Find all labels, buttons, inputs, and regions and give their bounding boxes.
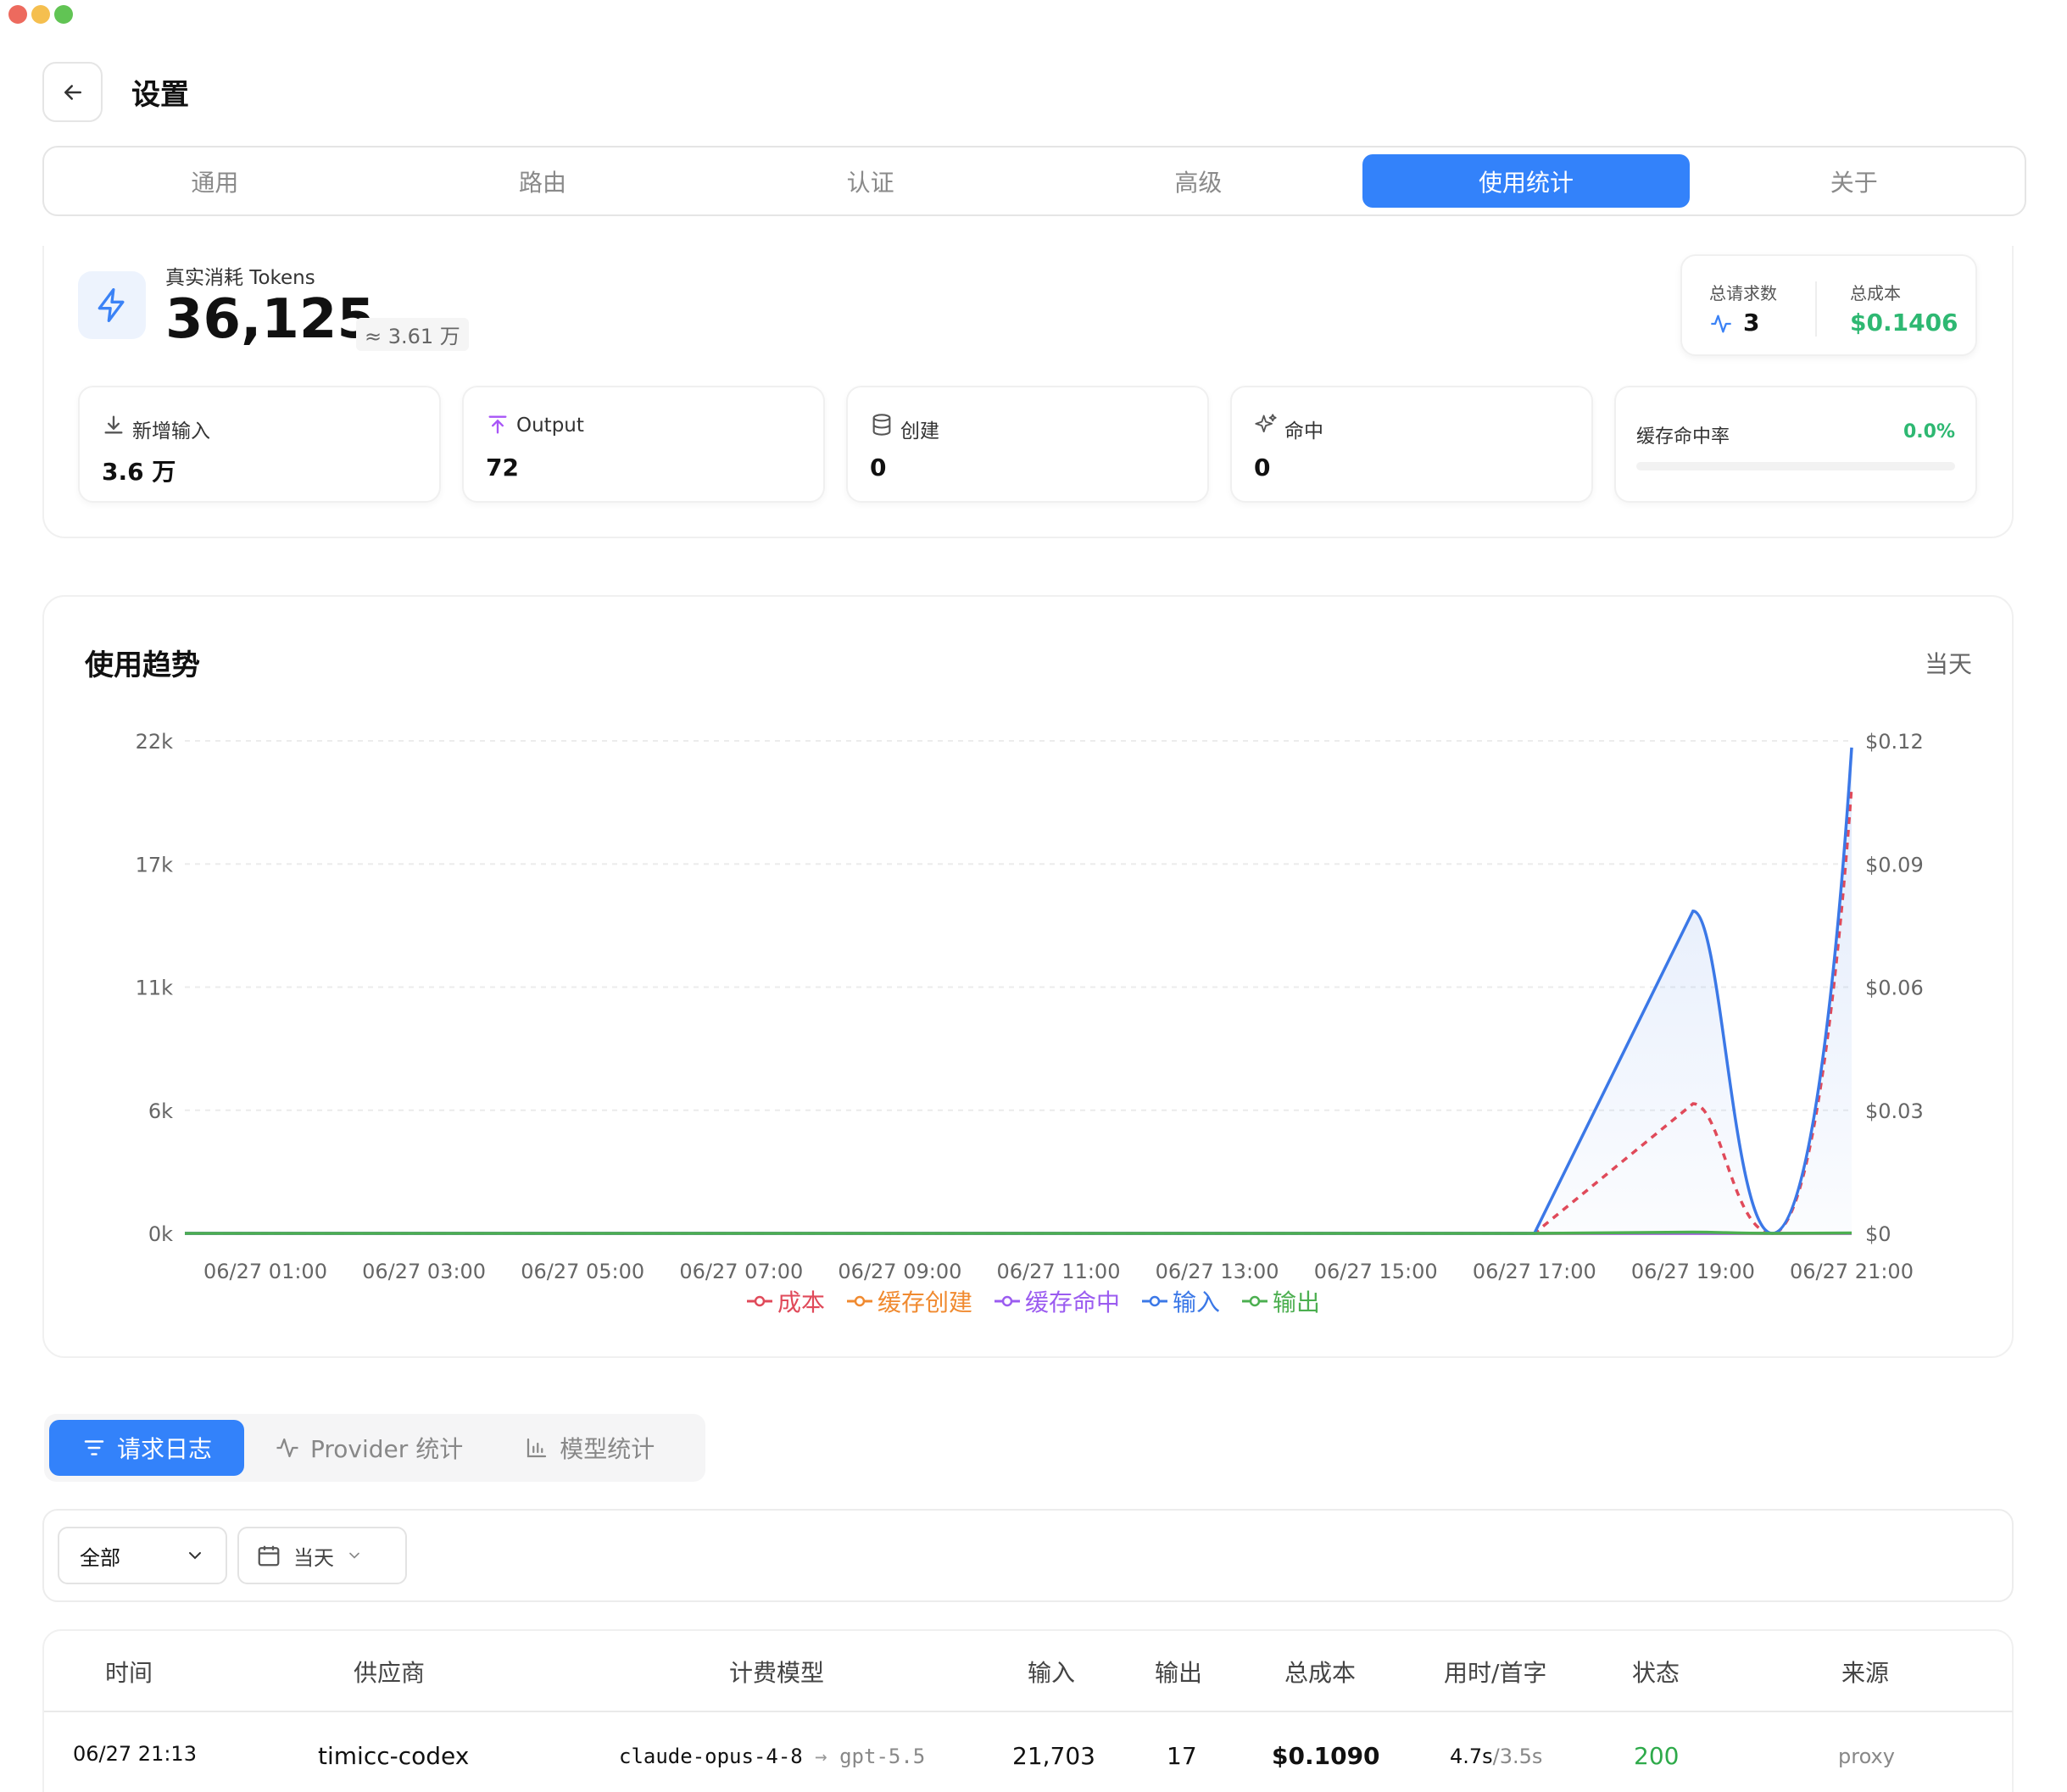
x-tick-label: 06/27 01:00 [203,1260,327,1283]
legend-label: 缓存命中 [1024,1288,1120,1316]
arrow-right-icon: → [815,1745,827,1768]
settings-window: 设置 通用 路由 认证 高级 使用统计 关于 真实消耗 Tokens 36,12… [0,0,2067,1792]
calendar-icon [258,1545,280,1567]
y-right-tick-label: $0 [1865,1222,1892,1246]
y-left-tick-label: 17k [136,853,174,877]
cell-model: claude-opus-4-8 → gpt-5.5 [619,1745,925,1768]
legend-item[interactable]: 成本 [746,1284,825,1318]
model-to: gpt-5.5 [839,1745,926,1768]
x-tick-label: 06/27 07:00 [679,1260,803,1283]
x-tick-label: 06/27 13:00 [1156,1260,1279,1283]
legend-marker-icon [994,1295,1020,1307]
header-cost: 总成本 [1284,1659,1357,1687]
legend-label: 成本 [777,1288,825,1316]
subtab-provider-stats[interactable]: Provider 统计 [244,1420,493,1476]
y-right-tick-label: $0.03 [1865,1099,1924,1123]
header-input: 输入 [1028,1659,1076,1687]
header-provider: 供应商 [354,1659,426,1687]
legend-marker-icon [746,1295,772,1307]
cell-source: proxy [1838,1745,1895,1768]
x-tick-label: 06/27 11:00 [997,1260,1121,1283]
x-tick-label: 06/27 21:00 [1790,1260,1914,1283]
header-duration: 用时/首字 [1444,1659,1547,1687]
activity-icon [276,1438,298,1458]
subtab-request-log[interactable]: 请求日志 [49,1420,245,1476]
duration-value: 4.7s [1450,1745,1493,1768]
bar-chart-icon [527,1438,547,1458]
input-area [185,747,1852,1233]
header-status: 状态 [1632,1659,1680,1687]
header-source: 来源 [1841,1659,1890,1687]
cell-duration: 4.7s/3.5s [1450,1745,1542,1768]
first-token-value: /3.5s [1492,1745,1543,1768]
cell-provider: timicc-codex [318,1742,470,1770]
cell-input: 21,703 [1012,1742,1095,1770]
date-select-value: 当天 [293,1545,334,1570]
y-right-tick-label: $0.09 [1865,853,1924,877]
date-select[interactable]: 当天 [237,1527,407,1584]
x-tick-label: 06/27 09:00 [838,1260,961,1283]
cell-output: 17 [1167,1742,1197,1770]
x-tick-label: 06/27 17:00 [1473,1260,1596,1283]
scope-select-value: 全部 [80,1545,120,1570]
x-tick-label: 06/27 19:00 [1631,1260,1755,1283]
legend-item[interactable]: 输出 [1242,1284,1320,1318]
log-subtabs: 请求日志 Provider 统计 模型统计 [44,1414,705,1482]
model-from: claude-opus-4-8 [619,1745,803,1768]
legend-label: 输出 [1273,1288,1321,1316]
legend-item[interactable]: 缓存创建 [846,1284,972,1318]
cell-status: 200 [1634,1742,1680,1770]
chevron-down-icon [349,1552,359,1559]
x-tick-label: 06/27 03:00 [362,1260,486,1283]
chevron-down-icon [189,1552,201,1560]
y-left-tick-label: 6k [148,1099,173,1123]
usage-trend-chart: 22k $0.12 17k $0.09 11k $0.06 6k $0.03 0k $0 06/27… [136,730,1924,1283]
y-right-tick-label: $0.12 [1865,730,1924,754]
header-output: 输出 [1155,1659,1203,1687]
subtab-label: Provider 统计 [310,1435,464,1463]
header-model: 计费模型 [729,1659,825,1687]
legend-marker-icon [1142,1295,1167,1307]
subtab-model-stats[interactable]: 模型统计 [493,1420,685,1476]
legend-marker-icon [846,1295,872,1307]
subtab-label: 模型统计 [560,1435,655,1463]
filter-icon [84,1440,104,1455]
legend-label: 缓存创建 [877,1288,972,1316]
y-right-tick-label: $0.06 [1865,977,1924,1000]
y-left-tick-label: 11k [136,977,174,1000]
x-tick-label: 06/27 05:00 [521,1260,644,1283]
subtab-label: 请求日志 [117,1435,213,1463]
header-time: 时间 [105,1659,153,1687]
x-tick-label: 06/27 15:00 [1314,1260,1438,1283]
chart-legend: 成本 缓存创建 缓存命中 输入 输出 [0,1284,2067,1318]
legend-item[interactable]: 输入 [1142,1284,1220,1318]
legend-label: 输入 [1173,1288,1221,1316]
legend-item[interactable]: 缓存命中 [994,1284,1120,1318]
table-divider [44,1711,2013,1712]
y-left-tick-label: 22k [136,730,174,754]
scope-select[interactable]: 全部 [58,1527,227,1584]
y-left-tick-label: 0k [148,1222,173,1246]
legend-marker-icon [1242,1295,1268,1307]
cell-time: 06/27 21:13 [73,1742,197,1766]
cell-cost: $0.1090 [1272,1742,1380,1770]
